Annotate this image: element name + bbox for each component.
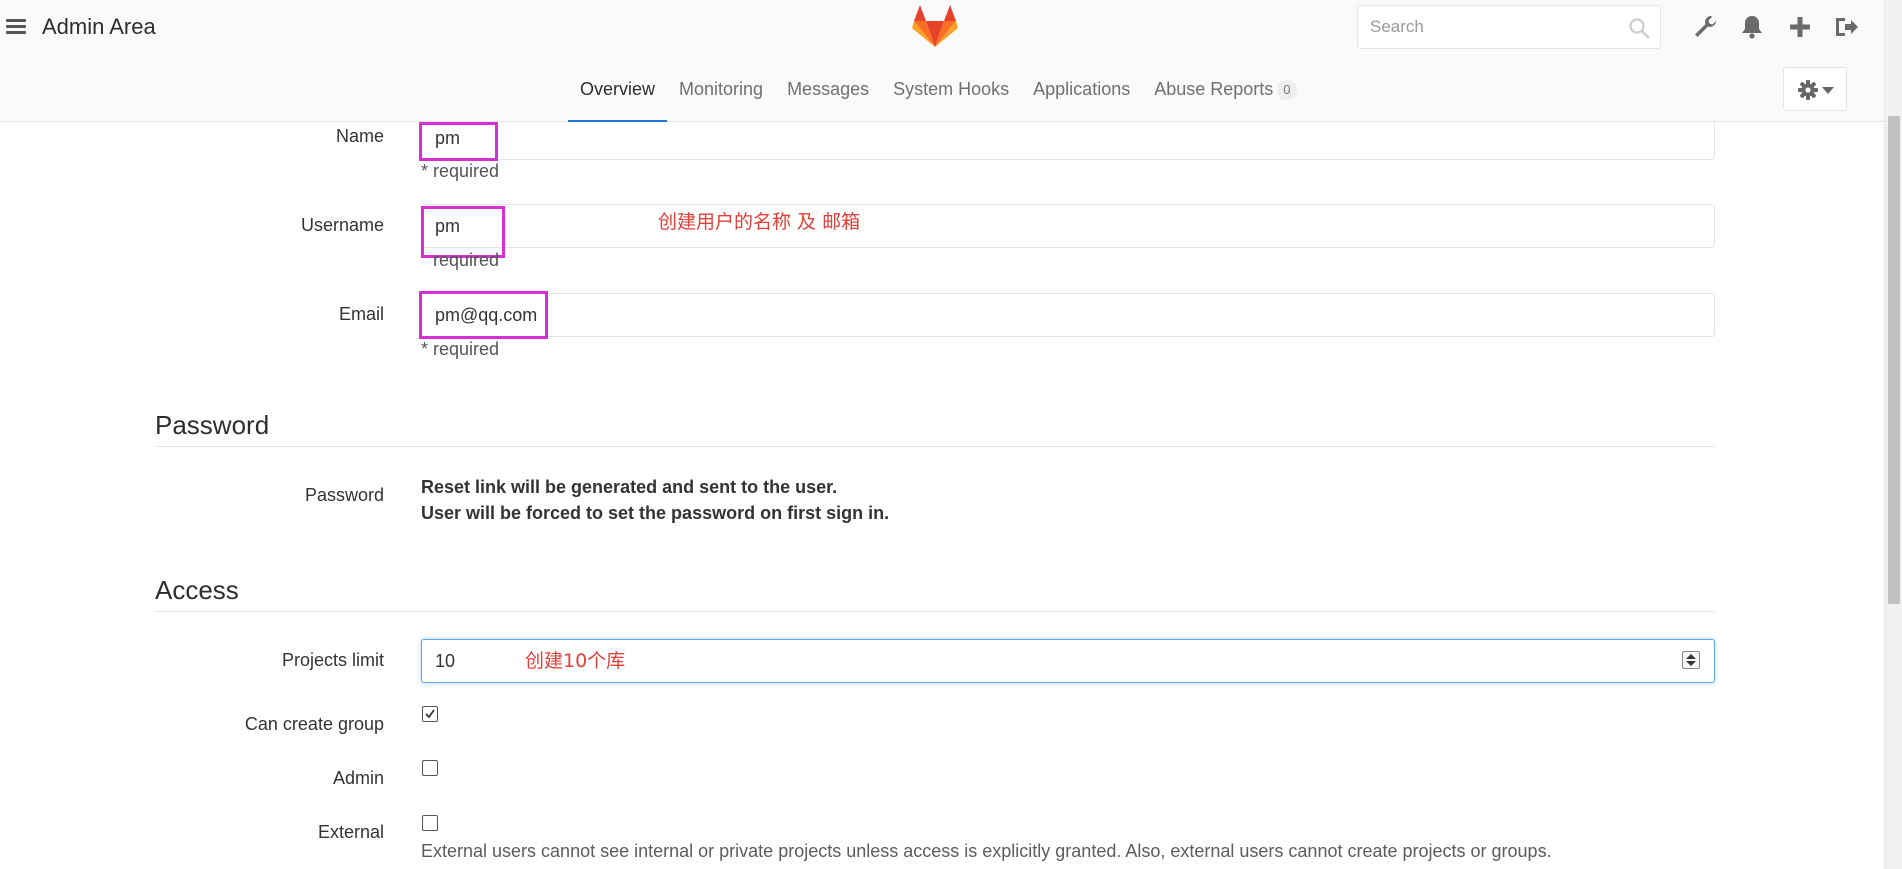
annotation-note-user: 创建用户的名称 及 邮箱 <box>658 211 861 233</box>
sign-out-icon[interactable] <box>1833 14 1859 40</box>
tab-messages[interactable]: Messages <box>775 76 881 122</box>
tab-applications[interactable]: Applications <box>1021 76 1142 122</box>
number-spinner[interactable] <box>1682 651 1700 669</box>
page-title: Admin Area <box>42 14 156 39</box>
email-label: Email <box>338 304 384 324</box>
username-hint-text: required <box>433 250 500 270</box>
search-icon[interactable] <box>1628 17 1650 39</box>
settings-dropdown-button[interactable] <box>1783 67 1847 111</box>
access-section-divider <box>155 611 1715 612</box>
tab-abuse-reports-label: Abuse Reports <box>1154 79 1274 99</box>
search-input[interactable] <box>1358 6 1608 48</box>
check-icon <box>425 709 435 719</box>
email-required-hint: * required <box>421 339 500 359</box>
annotation-box-name <box>419 122 498 161</box>
external-label: External <box>317 822 384 842</box>
name-required-hint: * required <box>421 161 500 181</box>
password-info-line-1: Reset link will be generated and sent to… <box>421 477 838 497</box>
username-field[interactable] <box>421 204 1715 248</box>
abuse-reports-count-badge: 0 <box>1277 80 1297 100</box>
search-box[interactable] <box>1357 5 1661 49</box>
plus-icon[interactable] <box>1787 14 1813 40</box>
wrench-icon[interactable] <box>1692 14 1718 40</box>
annotation-note-limit: 创建10个库 <box>525 650 626 672</box>
tab-monitoring[interactable]: Monitoring <box>667 76 775 122</box>
password-info-line-2: User will be forced to set the password … <box>421 503 890 523</box>
username-required-hint: * required <box>421 250 499 271</box>
tab-abuse-reports[interactable]: Abuse Reports 0 <box>1142 76 1308 122</box>
projects-limit-label: Projects limit <box>281 650 384 670</box>
name-field[interactable] <box>421 116 1715 160</box>
gitlab-logo[interactable] <box>912 4 958 48</box>
tab-overview[interactable]: Overview <box>568 76 668 122</box>
name-input[interactable] <box>435 118 1701 159</box>
tab-system-hooks[interactable]: System Hooks <box>881 76 1021 122</box>
scrollbar-thumb[interactable] <box>1888 116 1900 604</box>
bell-icon[interactable] <box>1739 14 1765 40</box>
password-label: Password <box>304 485 384 505</box>
external-checkbox[interactable] <box>422 815 438 831</box>
password-section-divider <box>155 446 1715 447</box>
external-help-text: External users cannot see internal or pr… <box>421 841 1552 861</box>
menu-icon[interactable] <box>6 16 26 36</box>
annotation-box-email <box>419 291 548 339</box>
can-create-group-checkbox[interactable] <box>422 706 438 722</box>
email-field[interactable] <box>421 293 1715 337</box>
projects-limit-input[interactable] <box>435 641 495 682</box>
password-section-title: Password <box>155 410 270 440</box>
top-navbar: Admin Area Overview Monitoring Messages … <box>0 0 1884 122</box>
admin-label: Admin <box>332 768 384 788</box>
spinner-arrows-icon <box>1686 654 1696 666</box>
admin-nav-tabs: Overview Monitoring Messages System Hook… <box>568 76 1309 122</box>
username-input[interactable] <box>435 206 1701 247</box>
caret-down-icon <box>1822 87 1834 94</box>
page-scrollbar[interactable] <box>1884 0 1902 869</box>
gear-icon <box>1798 80 1818 100</box>
can-create-group-label: Can create group <box>244 714 384 734</box>
access-section-title: Access <box>155 575 239 605</box>
admin-checkbox[interactable] <box>422 760 438 776</box>
email-input[interactable] <box>435 295 1701 336</box>
name-label: Name <box>335 126 384 146</box>
username-label: Username <box>300 215 384 235</box>
